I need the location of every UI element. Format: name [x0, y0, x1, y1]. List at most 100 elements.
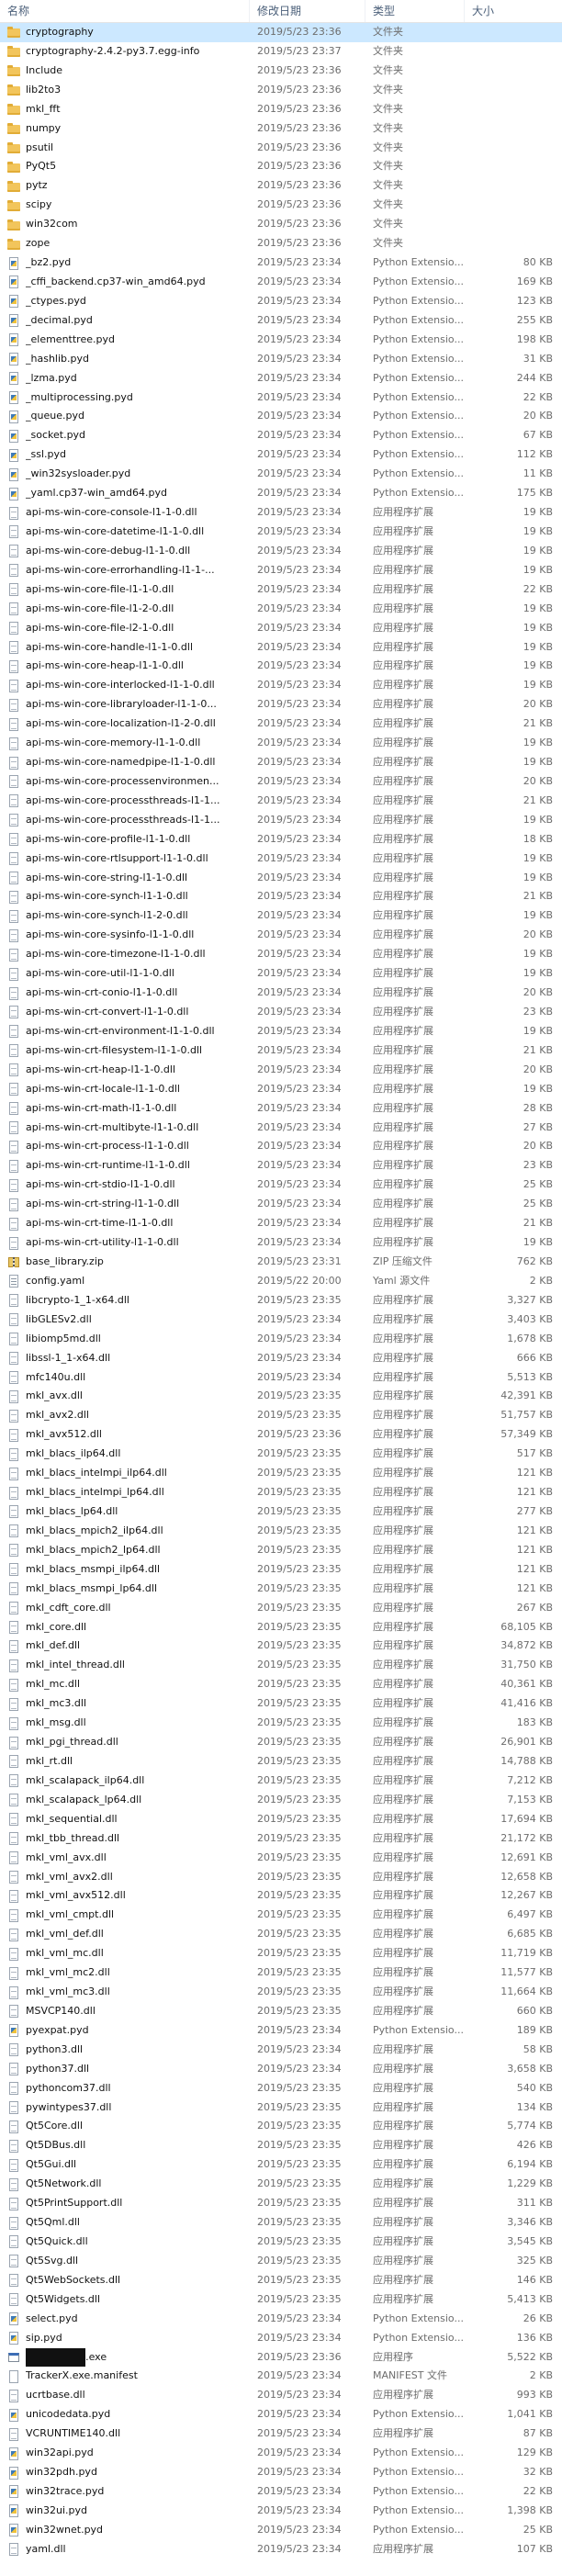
file-row[interactable]: Qt5PrintSupport.dll 2019/5/23 23:35 应用程序扩展…: [0, 2194, 562, 2213]
file-row[interactable]: mkl_pgi_thread.dll 2019/5/23 23:35 应用程序扩展 2…: [0, 1733, 562, 1752]
file-row[interactable]: mkl_fft 2019/5/23 23:36 文件夹: [0, 100, 562, 119]
file-row[interactable]: mkl_avx2.dll 2019/5/23 23:35 应用程序扩展 51,757 …: [0, 1406, 562, 1425]
file-row[interactable]: _yaml.cp37-win_amd64.pyd 2019/5/23 23:34 P…: [0, 484, 562, 503]
file-row[interactable]: _multiprocessing.pyd 2019/5/23 23:34 Pytho…: [0, 388, 562, 408]
file-row[interactable]: api-ms-win-crt-stdio-l1-1-0.dll 2019/5/23…: [0, 1176, 562, 1195]
file-row[interactable]: _hashlib.pyd 2019/5/23 23:34 Python Extens…: [0, 350, 562, 369]
file-row[interactable]: mkl_tbb_thread.dll 2019/5/23 23:35 应用程序扩展 2…: [0, 1829, 562, 1849]
file-row[interactable]: api-ms-win-crt-math-l1-1-0.dll 2019/5/23 …: [0, 1099, 562, 1119]
file-row[interactable]: win32wnet.pyd 2019/5/23 23:34 Python Exten…: [0, 2521, 562, 2540]
file-row[interactable]: win32ui.pyd 2019/5/23 23:34 Python Extensi…: [0, 2502, 562, 2521]
file-row[interactable]: api-ms-win-core-heap-l1-1-0.dll 2019/5/23…: [0, 657, 562, 676]
column-header-date[interactable]: 修改日期: [250, 0, 365, 22]
file-row[interactable]: mkl_core.dll 2019/5/23 23:35 应用程序扩展 68,105 …: [0, 1618, 562, 1637]
file-row[interactable]: api-ms-win-core-console-l1-1-0.dll 2019/5…: [0, 503, 562, 523]
file-row[interactable]: ucrtbase.dll 2019/5/23 23:34 应用程序扩展 993 KB: [0, 2386, 562, 2405]
file-row[interactable]: zope 2019/5/23 23:36 文件夹: [0, 234, 562, 253]
file-row[interactable]: PyQt5 2019/5/23 23:36 文件夹: [0, 157, 562, 176]
file-row[interactable]: api-ms-win-core-localization-l1-2-0.dll 2…: [0, 714, 562, 734]
file-row[interactable]: mkl_blacs_mpich2_lp64.dll 2019/5/23 23:35…: [0, 1541, 562, 1560]
file-row[interactable]: mkl_blacs_msmpi_ilp64.dll 2019/5/23 23:35…: [0, 1560, 562, 1580]
file-row[interactable]: Qt5Qml.dll 2019/5/23 23:35 应用程序扩展 3,346 KB: [0, 2213, 562, 2233]
file-row[interactable]: mkl_mc.dll 2019/5/23 23:35 应用程序扩展 40,361 KB: [0, 1675, 562, 1694]
file-row[interactable]: mkl_rt.dll 2019/5/23 23:35 应用程序扩展 14,788 KB: [0, 1752, 562, 1772]
file-row[interactable]: python37.dll 2019/5/23 23:34 应用程序扩展 3,658 K…: [0, 2060, 562, 2079]
file-row[interactable]: mkl_vml_avx2.dll 2019/5/23 23:35 应用程序扩展 12,…: [0, 1868, 562, 1887]
file-row[interactable]: lib2to3 2019/5/23 23:36 文件夹: [0, 81, 562, 100]
file-row[interactable]: xxxxxxxxxx.exe 2019/5/23 23:36 应用程序 5,522 K…: [0, 2347, 562, 2368]
column-header-name[interactable]: 名称: [0, 0, 250, 22]
file-row[interactable]: api-ms-win-crt-runtime-l1-1-0.dll 2019/5/…: [0, 1156, 562, 1176]
file-row[interactable]: _bz2.pyd 2019/5/23 23:34 Python Extensio..…: [0, 253, 562, 273]
file-row[interactable]: psutil 2019/5/23 23:36 文件夹: [0, 139, 562, 158]
file-row[interactable]: api-ms-win-core-processenvironmen... 2019…: [0, 772, 562, 792]
file-row[interactable]: api-ms-win-crt-multibyte-l1-1-0.dll 2019/…: [0, 1119, 562, 1138]
file-row[interactable]: libcrypto-1_1-x64.dll 2019/5/23 23:35 应用程序…: [0, 1291, 562, 1310]
file-row[interactable]: mkl_sequential.dll 2019/5/23 23:35 应用程序扩展 1…: [0, 1810, 562, 1829]
file-row[interactable]: mkl_vml_mc2.dll 2019/5/23 23:35 应用程序扩展 11,5…: [0, 1963, 562, 1983]
file-row[interactable]: api-ms-win-core-debug-l1-1-0.dll 2019/5/2…: [0, 542, 562, 561]
file-row[interactable]: mkl_avx.dll 2019/5/23 23:35 应用程序扩展 42,391 K…: [0, 1387, 562, 1406]
file-row[interactable]: win32api.pyd 2019/5/23 23:34 Python Extens…: [0, 2444, 562, 2463]
file-row[interactable]: Qt5Network.dll 2019/5/23 23:35 应用程序扩展 1,229…: [0, 2175, 562, 2194]
file-row[interactable]: mkl_blacs_intelmpi_ilp64.dll 2019/5/23 23…: [0, 1464, 562, 1483]
file-row[interactable]: _decimal.pyd 2019/5/23 23:34 Python Extens…: [0, 311, 562, 331]
file-row[interactable]: api-ms-win-core-synch-l1-2-0.dll 2019/5/2…: [0, 906, 562, 926]
file-row[interactable]: mkl_blacs_msmpi_lp64.dll 2019/5/23 23:35 应…: [0, 1580, 562, 1599]
file-row[interactable]: libssl-1_1-x64.dll 2019/5/23 23:34 应用程序扩展 6…: [0, 1349, 562, 1368]
file-row[interactable]: mkl_blacs_mpich2_ilp64.dll 2019/5/23 23:3…: [0, 1522, 562, 1541]
file-row[interactable]: win32com 2019/5/23 23:36 文件夹: [0, 215, 562, 234]
file-row[interactable]: api-ms-win-core-string-l1-1-0.dll 2019/5/…: [0, 869, 562, 888]
column-header-size[interactable]: 大小: [465, 0, 562, 22]
file-row[interactable]: mkl_def.dll 2019/5/23 23:35 应用程序扩展 34,872 K…: [0, 1637, 562, 1656]
file-row[interactable]: mkl_cdft_core.dll 2019/5/23 23:35 应用程序扩展 26…: [0, 1599, 562, 1618]
file-row[interactable]: pytz 2019/5/23 23:36 文件夹: [0, 176, 562, 196]
file-row[interactable]: Qt5DBus.dll 2019/5/23 23:35 应用程序扩展 426 KB: [0, 2136, 562, 2155]
file-row[interactable]: api-ms-win-crt-filesystem-l1-1-0.dll 2019…: [0, 1041, 562, 1061]
file-row[interactable]: api-ms-win-crt-process-l1-1-0.dll 2019/5/…: [0, 1137, 562, 1156]
file-row[interactable]: _queue.pyd 2019/5/23 23:34 Python Extensio…: [0, 407, 562, 426]
file-row[interactable]: mkl_scalapack_ilp64.dll 2019/5/23 23:35 应用…: [0, 1772, 562, 1791]
file-row[interactable]: api-ms-win-crt-locale-l1-1-0.dll 2019/5/2…: [0, 1080, 562, 1099]
file-row[interactable]: mkl_scalapack_lp64.dll 2019/5/23 23:35 应用程…: [0, 1791, 562, 1810]
column-header-type[interactable]: 类型: [365, 0, 465, 22]
file-row[interactable]: api-ms-win-core-libraryloader-l1-1-0... 2…: [0, 695, 562, 714]
file-row[interactable]: api-ms-win-core-datetime-l1-1-0.dll 2019/…: [0, 523, 562, 542]
file-row[interactable]: api-ms-win-crt-environment-l1-1-0.dll 201…: [0, 1022, 562, 1041]
file-row[interactable]: _socket.pyd 2019/5/23 23:34 Python Extensi…: [0, 426, 562, 445]
file-row[interactable]: mkl_blacs_ilp64.dll 2019/5/23 23:35 应用程序扩展…: [0, 1445, 562, 1464]
file-row[interactable]: api-ms-win-core-profile-l1-1-0.dll 2019/5…: [0, 830, 562, 849]
file-row[interactable]: api-ms-win-core-util-l1-1-0.dll 2019/5/23…: [0, 964, 562, 984]
file-row[interactable]: _elementtree.pyd 2019/5/23 23:34 Python Ex…: [0, 331, 562, 350]
file-row[interactable]: mfc140u.dll 2019/5/23 23:34 应用程序扩展 5,513 KB: [0, 1368, 562, 1388]
file-row[interactable]: Include 2019/5/23 23:36 文件夹: [0, 62, 562, 81]
file-row[interactable]: api-ms-win-core-timezone-l1-1-0.dll 2019/…: [0, 945, 562, 964]
file-row[interactable]: _cffi_backend.cp37-win_amd64.pyd 2019/5/2…: [0, 273, 562, 292]
file-row[interactable]: pyexpat.pyd 2019/5/23 23:34 Python Extensi…: [0, 2021, 562, 2041]
file-row[interactable]: VCRUNTIME140.dll 2019/5/23 23:34 应用程序扩展 87 …: [0, 2424, 562, 2444]
file-row[interactable]: api-ms-win-core-namedpipe-l1-1-0.dll 2019…: [0, 753, 562, 772]
file-row[interactable]: mkl_intel_thread.dll 2019/5/23 23:35 应用程序扩…: [0, 1656, 562, 1675]
file-row[interactable]: _ctypes.pyd 2019/5/23 23:34 Python Extensi…: [0, 292, 562, 311]
file-row[interactable]: Qt5Quick.dll 2019/5/23 23:35 应用程序扩展 3,545 K…: [0, 2233, 562, 2252]
file-row[interactable]: api-ms-win-crt-conio-l1-1-0.dll 2019/5/23…: [0, 984, 562, 1003]
file-row[interactable]: unicodedata.pyd 2019/5/23 23:34 Python Ext…: [0, 2405, 562, 2424]
file-row[interactable]: api-ms-win-core-processthreads-l1-1... 20…: [0, 792, 562, 811]
file-row[interactable]: win32trace.pyd 2019/5/23 23:34 Python Exte…: [0, 2482, 562, 2502]
file-row[interactable]: MSVCP140.dll 2019/5/23 23:35 应用程序扩展 660 KB: [0, 2002, 562, 2021]
file-row[interactable]: api-ms-win-core-errorhandling-l1-1-... 20…: [0, 561, 562, 580]
file-row[interactable]: api-ms-win-core-file-l2-1-0.dll 2019/5/23…: [0, 619, 562, 638]
file-row[interactable]: mkl_blacs_lp64.dll 2019/5/23 23:35 应用程序扩展 2…: [0, 1502, 562, 1522]
file-row[interactable]: pythoncom37.dll 2019/5/23 23:35 应用程序扩展 540 …: [0, 2079, 562, 2098]
file-row[interactable]: api-ms-win-core-sysinfo-l1-1-0.dll 2019/5…: [0, 926, 562, 945]
file-row[interactable]: api-ms-win-crt-string-l1-1-0.dll 2019/5/2…: [0, 1195, 562, 1214]
file-row[interactable]: api-ms-win-core-file-l1-2-0.dll 2019/5/23…: [0, 600, 562, 619]
file-row[interactable]: base_library.zip 2019/5/23 23:31 ZIP 压缩文件 7…: [0, 1253, 562, 1272]
file-row[interactable]: Qt5Widgets.dll 2019/5/23 23:35 应用程序扩展 5,413…: [0, 2290, 562, 2310]
file-row[interactable]: api-ms-win-core-synch-l1-1-0.dll 2019/5/2…: [0, 887, 562, 906]
file-row[interactable]: cryptography-2.4.2-py3.7.egg-info 2019/5/…: [0, 42, 562, 62]
file-row[interactable]: win32pdh.pyd 2019/5/23 23:34 Python Extens…: [0, 2463, 562, 2482]
file-row[interactable]: numpy 2019/5/23 23:36 文件夹: [0, 119, 562, 139]
file-row[interactable]: api-ms-win-core-file-l1-1-0.dll 2019/5/23…: [0, 580, 562, 600]
file-row[interactable]: Qt5WebSockets.dll 2019/5/23 23:35 应用程序扩展 14…: [0, 2271, 562, 2290]
